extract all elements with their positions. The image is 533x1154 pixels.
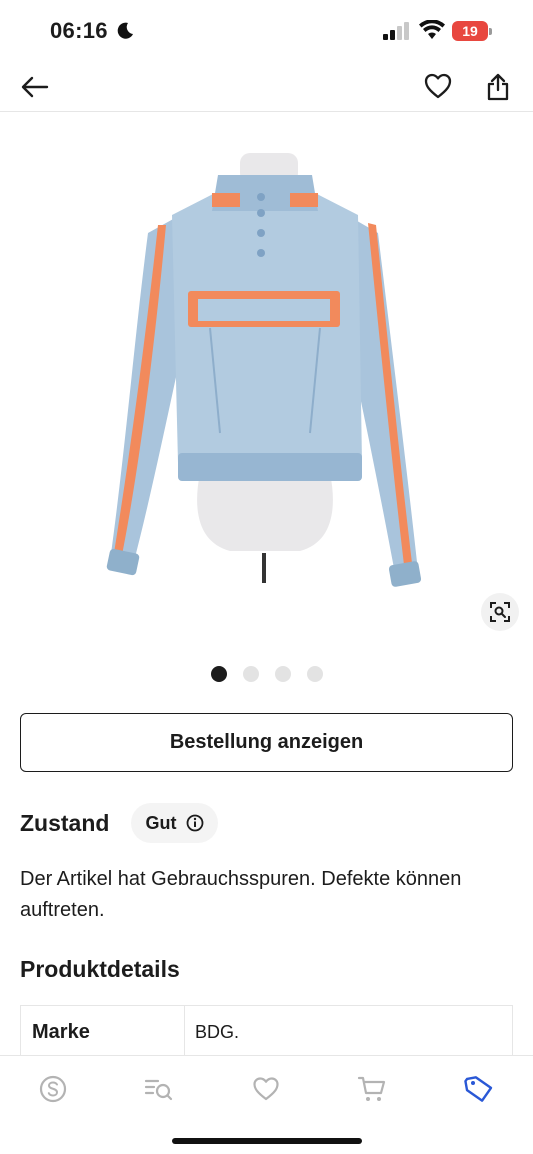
moon-icon — [117, 22, 133, 39]
product-details-heading: Produktdetails — [20, 956, 180, 982]
arrow-left-icon — [21, 76, 49, 98]
product-image[interactable] — [100, 153, 430, 603]
detail-key: Marke — [21, 1006, 185, 1058]
tab-sell[interactable] — [459, 1072, 499, 1106]
visual-search-button[interactable] — [481, 593, 519, 631]
table-row: Marke BDG. — [21, 1006, 512, 1058]
favorite-button[interactable] — [421, 70, 455, 102]
condition-row: Zustand Gut — [20, 802, 219, 844]
product-image-gallery[interactable] — [0, 113, 533, 658]
signal-icon — [383, 22, 409, 40]
condition-title: Zustand — [20, 809, 110, 836]
back-button[interactable] — [18, 72, 52, 102]
home-indicator[interactable] — [172, 1138, 362, 1144]
pagination-dot[interactable] — [242, 666, 259, 682]
gallery-pagination — [0, 666, 533, 684]
bottom-tab-bar — [0, 1055, 533, 1154]
heart-icon — [253, 1077, 279, 1101]
pagination-dot[interactable] — [306, 666, 323, 682]
tab-favorites[interactable] — [246, 1072, 286, 1106]
tab-search[interactable] — [139, 1072, 179, 1106]
status-time: 06:16 — [50, 18, 108, 43]
battery-level: 19 — [462, 23, 478, 39]
pagination-dot-active[interactable] — [210, 666, 227, 682]
condition-badge[interactable]: Gut — [131, 803, 219, 843]
tab-home[interactable] — [33, 1072, 73, 1106]
share-button[interactable] — [481, 70, 515, 104]
tag-icon — [464, 1076, 493, 1102]
heart-icon — [424, 73, 452, 99]
status-bar: 06:16 19 — [0, 0, 533, 62]
search-list-icon — [144, 1079, 173, 1101]
cart-icon — [357, 1076, 386, 1101]
detail-value: BDG. — [195, 1021, 240, 1042]
sellpy-icon — [39, 1075, 67, 1103]
battery-icon: 19 — [452, 21, 492, 41]
condition-description: Der Artikel hat Gebrauchsspuren. Defekte… — [20, 868, 462, 921]
pagination-dot[interactable] — [274, 666, 291, 682]
condition-value: Gut — [145, 812, 177, 833]
show-order-button[interactable]: Bestellung anzeigen — [20, 713, 513, 772]
share-icon — [487, 73, 509, 101]
product-details-table: Marke BDG. — [20, 1005, 513, 1058]
tab-cart[interactable] — [352, 1072, 392, 1106]
visual-search-icon — [490, 602, 510, 622]
top-navigation-bar — [0, 62, 533, 112]
info-icon — [187, 814, 204, 832]
wifi-icon — [419, 20, 445, 39]
